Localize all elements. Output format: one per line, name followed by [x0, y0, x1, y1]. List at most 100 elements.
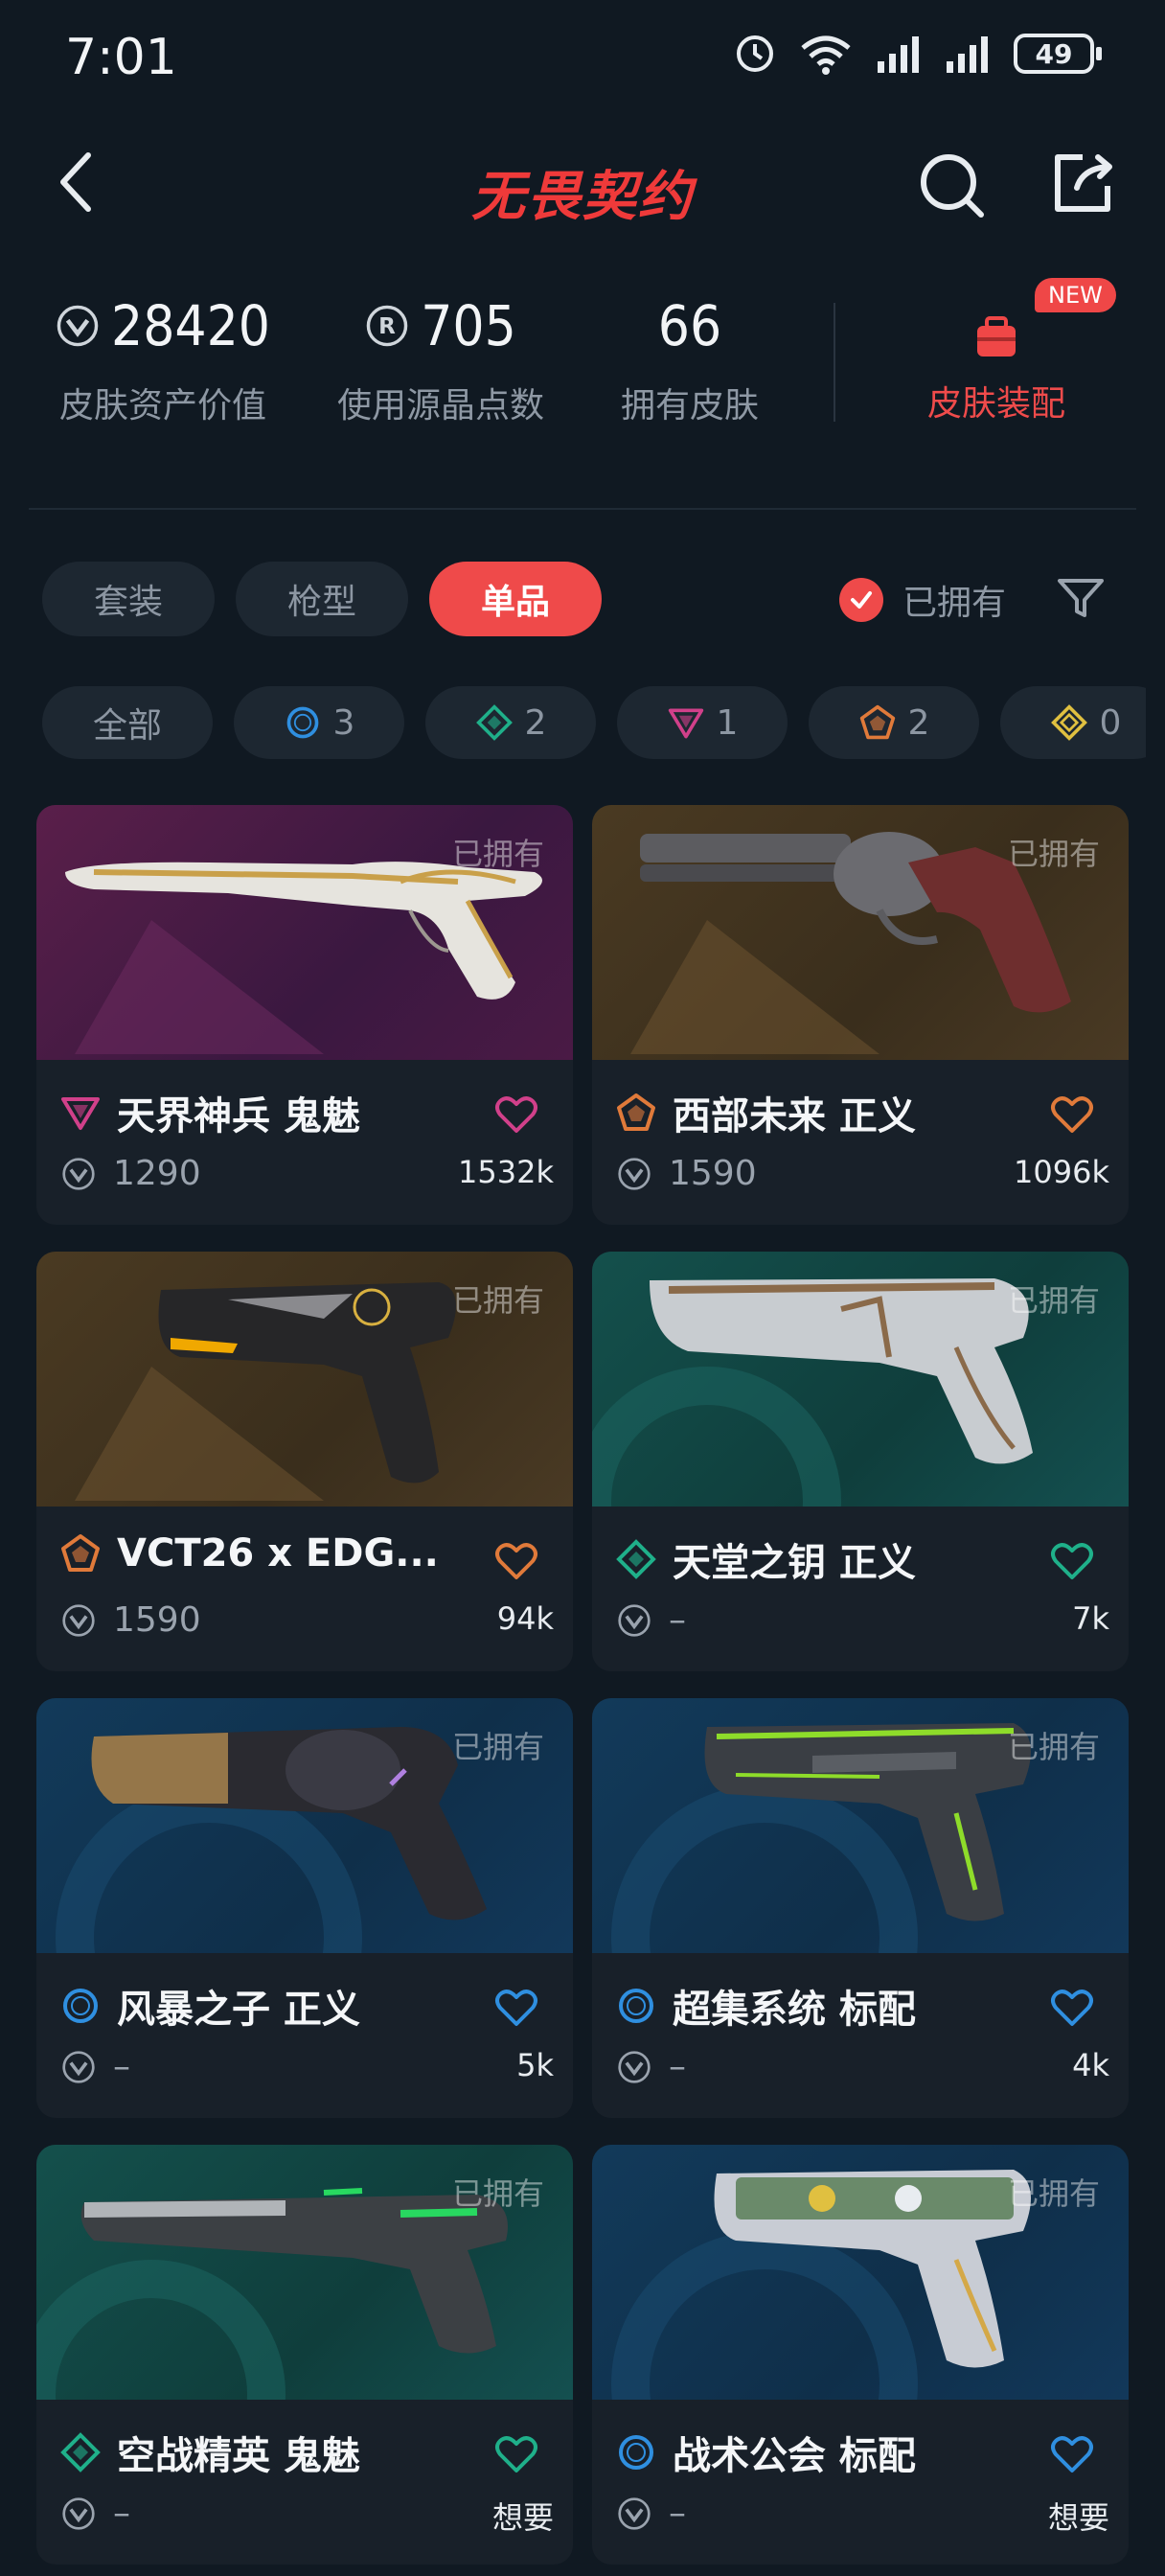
- owned-tag: 已拥有: [1007, 1282, 1100, 1319]
- owned-filter-toggle[interactable]: 已拥有: [839, 575, 1006, 625]
- heart-icon[interactable]: [1050, 1988, 1094, 2028]
- heart-icon[interactable]: [494, 1988, 538, 2028]
- skin-price: 1590: [669, 1154, 757, 1193]
- skin-price: –: [669, 1600, 686, 1640]
- like-count: 想要: [1047, 2499, 1109, 2536]
- skin-image: 已拥有: [592, 805, 1129, 1060]
- valorant-points-icon: [618, 2050, 651, 2083]
- chip-select-tier[interactable]: 3: [234, 686, 404, 759]
- skin-name: 天界神兵 鬼魅: [117, 1094, 360, 1138]
- chip-premium-tier[interactable]: 1: [617, 686, 788, 759]
- chip-label: 3: [332, 702, 355, 743]
- skin-price: –: [669, 2494, 686, 2533]
- battery-indicator: 49: [1014, 34, 1102, 74]
- exclusive-tier-icon: [61, 1534, 100, 1572]
- select-tier-icon: [63, 1989, 98, 2023]
- like-count: 1532k: [458, 1154, 554, 1190]
- valorant-points-icon: [618, 2496, 651, 2530]
- skin-loadout-button[interactable]: NEW 皮肤装配: [872, 278, 1121, 426]
- loadout-label: 皮肤装配: [926, 384, 1065, 424]
- chip-label: 2: [524, 702, 547, 743]
- owned-filter-label: 已拥有: [902, 584, 1007, 623]
- checkmark-icon: [839, 578, 883, 622]
- skin-name: 天堂之钥 正义: [673, 1541, 916, 1585]
- skins-owned-label: 拥有皮肤: [620, 386, 759, 426]
- skin-name: 超集系统 标配: [673, 1988, 916, 2032]
- chip-all[interactable]: 全部: [42, 686, 213, 759]
- wifi-icon: [801, 35, 851, 75]
- skin-image: 已拥有: [36, 1252, 573, 1506]
- skin-image: 已拥有: [592, 1698, 1129, 1953]
- radianite-icon: R: [366, 305, 408, 347]
- skin-card[interactable]: 已拥有 西部未来 正义 1590 1096k: [592, 805, 1129, 1225]
- skin-name: 战术公会 标配: [673, 2434, 916, 2478]
- owned-tag: 已拥有: [451, 1729, 544, 1765]
- skin-card[interactable]: 已拥有 战术公会 标配 – 想要: [592, 2145, 1129, 2564]
- skin-card[interactable]: 已拥有 天界神兵 鬼魅 1290 1532k: [36, 805, 573, 1225]
- skin-card[interactable]: 已拥有 超集系统 标配 – 4k: [592, 1698, 1129, 2118]
- clock-sync-icon: [737, 35, 773, 72]
- like-count: 1096k: [1014, 1154, 1109, 1190]
- skin-price: 1590: [113, 1600, 201, 1640]
- chip-label: 0: [1099, 702, 1122, 743]
- skin-image: 已拥有: [592, 2145, 1129, 2400]
- heart-icon[interactable]: [494, 2434, 538, 2474]
- like-count: 4k: [1072, 2047, 1109, 2083]
- select-tier-icon: [619, 1989, 653, 2023]
- skin-image: 已拥有: [36, 805, 573, 1060]
- radianite-label: 使用源晶点数: [336, 386, 544, 426]
- deluxe-tier-icon: [60, 2432, 101, 2472]
- skin-price: –: [113, 2047, 130, 2086]
- stat-radianite: R 705 使用源晶点数: [316, 288, 565, 427]
- heart-icon[interactable]: [494, 1094, 538, 1135]
- svg-text:R: R: [378, 314, 396, 339]
- owned-tag: 已拥有: [1007, 1729, 1100, 1765]
- like-count: 7k: [1072, 1600, 1109, 1637]
- filter-icon[interactable]: [1056, 573, 1106, 623]
- search-icon[interactable]: [914, 146, 991, 222]
- new-badge: NEW: [1035, 278, 1116, 312]
- stats-divider: [834, 303, 835, 422]
- heart-icon[interactable]: [1050, 2434, 1094, 2474]
- tab-bundles[interactable]: 套装: [42, 562, 216, 636]
- chip-label: 2: [907, 702, 930, 743]
- heart-icon[interactable]: [494, 1541, 538, 1581]
- premium-tier-icon: [61, 1097, 100, 1130]
- chip-exclusive-tier[interactable]: 2: [809, 686, 979, 759]
- skin-price: –: [669, 2047, 686, 2086]
- skin-card[interactable]: 已拥有 VCT26 x EDG... 1590 94k: [36, 1252, 573, 1671]
- signal-icon-2: [947, 36, 988, 73]
- skin-card[interactable]: 已拥有 风暴之子 正义 – 5k: [36, 1698, 573, 2118]
- ultra-tier-icon: [1050, 704, 1087, 741]
- chip-deluxe-tier[interactable]: 2: [425, 686, 596, 759]
- collection-stats: 28420 皮肤资产价值 R 705 使用源晶点数 66 拥有皮肤 NEW 皮肤…: [29, 278, 1136, 460]
- valorant-points-icon: [618, 1603, 651, 1637]
- chip-label: 全部: [92, 706, 162, 746]
- tab-single-items[interactable]: 单品: [429, 562, 603, 636]
- skin-price: –: [113, 2494, 130, 2533]
- stat-skins-owned: 66 拥有皮肤: [594, 288, 786, 427]
- divider: [29, 508, 1136, 510]
- skin-name: 空战精英 鬼魅: [117, 2434, 360, 2478]
- share-icon[interactable]: [1044, 144, 1121, 220]
- skin-name: VCT26 x EDG...: [117, 1531, 439, 1576]
- skin-image: 已拥有: [36, 2145, 573, 2400]
- tab-weapon-types[interactable]: 枪型: [236, 562, 409, 636]
- status-bar: 7:01 49: [0, 0, 1165, 115]
- skin-card[interactable]: 已拥有 空战精英 鬼魅 – 想要: [36, 2145, 573, 2564]
- deluxe-tier-icon: [475, 704, 513, 741]
- category-tabs: 套装 枪型 单品: [42, 562, 603, 636]
- rarity-filter-chips: 全部 3 2 1 2 0: [42, 686, 1146, 759]
- like-count: 想要: [491, 2499, 554, 2536]
- heart-icon[interactable]: [1050, 1094, 1094, 1135]
- skins-owned-value: 66: [657, 293, 722, 358]
- skin-price: 1290: [113, 1154, 201, 1193]
- exclusive-tier-icon: [859, 704, 895, 740]
- skin-card[interactable]: 已拥有 天堂之钥 正义 – 7k: [592, 1252, 1129, 1671]
- heart-icon[interactable]: [1050, 1541, 1094, 1581]
- owned-tag: 已拥有: [451, 836, 544, 872]
- owned-tag: 已拥有: [1007, 836, 1100, 872]
- chip-ultra-tier[interactable]: 0: [1000, 686, 1146, 759]
- exclusive-tier-icon: [617, 1093, 655, 1131]
- radianite-value: 705: [421, 293, 516, 358]
